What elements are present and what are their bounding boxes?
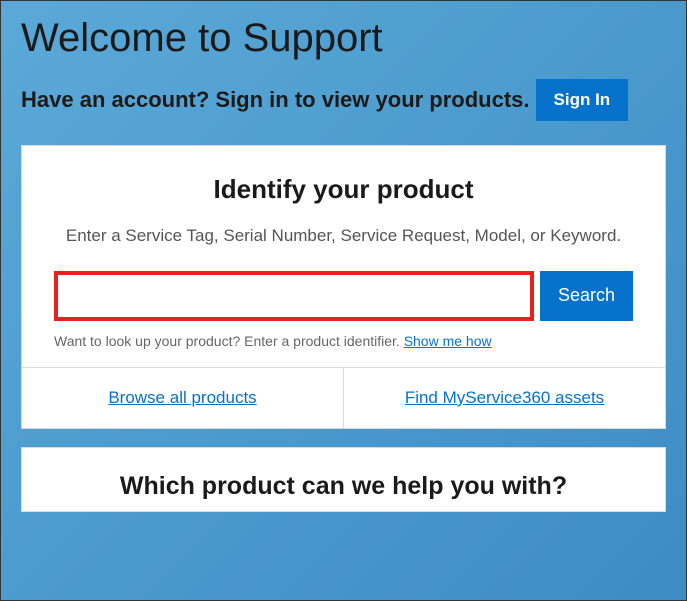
identify-links: Browse all products Find MyService360 as… xyxy=(22,367,665,428)
help-card: Which product can we help you with? xyxy=(21,447,666,512)
show-me-how-link[interactable]: Show me how xyxy=(404,333,492,349)
search-input[interactable] xyxy=(54,271,534,321)
helper-row: Want to look up your product? Enter a pr… xyxy=(54,333,633,349)
find-myservice360-assets-link[interactable]: Find MyService360 assets xyxy=(405,388,604,407)
signin-row: Have an account? Sign in to view your pr… xyxy=(21,79,666,121)
search-row: Search xyxy=(54,271,633,321)
identify-subtitle: Enter a Service Tag, Serial Number, Serv… xyxy=(54,223,633,249)
page-title: Welcome to Support xyxy=(21,16,666,61)
signin-prompt: Have an account? Sign in to view your pr… xyxy=(21,87,530,113)
helper-text: Want to look up your product? Enter a pr… xyxy=(54,333,404,349)
browse-all-products-link[interactable]: Browse all products xyxy=(108,388,256,407)
search-button[interactable]: Search xyxy=(540,271,633,321)
identify-title: Identify your product xyxy=(54,174,633,205)
signin-button[interactable]: Sign In xyxy=(536,79,629,121)
help-title: Which product can we help you with? xyxy=(22,448,665,511)
assets-cell: Find MyService360 assets xyxy=(344,368,665,428)
browse-cell: Browse all products xyxy=(22,368,344,428)
identify-card: Identify your product Enter a Service Ta… xyxy=(21,145,666,429)
